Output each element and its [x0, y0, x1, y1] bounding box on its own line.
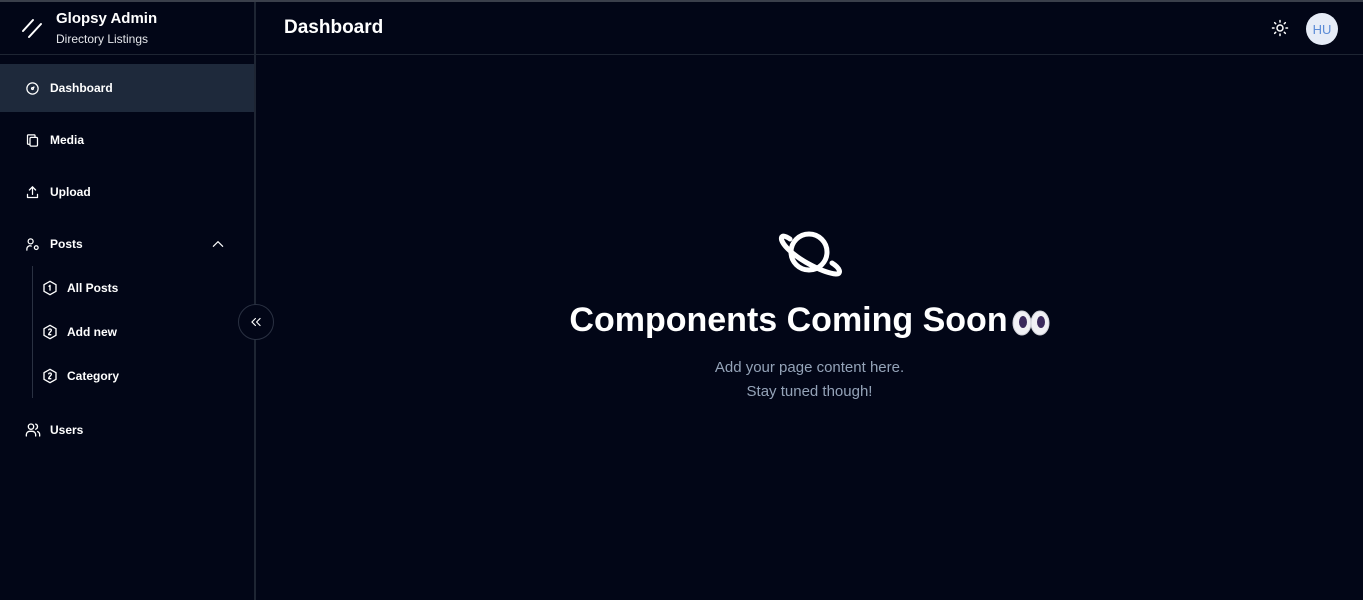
sidebar-item-upload[interactable]: Upload	[0, 168, 254, 216]
subtitle-line-1: Add your page content here.	[714, 358, 905, 376]
page-title: Dashboard	[284, 17, 384, 38]
planet-icon	[778, 231, 842, 277]
brand-title: Glopsy Admin	[56, 10, 158, 27]
posts-submenu: All Posts Add new Category	[32, 266, 254, 398]
sidebar-item-media[interactable]: Media	[0, 116, 254, 164]
avatar[interactable]: HU	[1306, 13, 1338, 45]
sidebar: Glopsy Admin Directory Listings Dashboar…	[0, 2, 256, 600]
brand[interactable]: Glopsy Admin Directory Listings	[0, 2, 254, 55]
sidebar-nav: Dashboard Media Upload Posts All Posts A…	[0, 64, 254, 454]
submenu-item-label: All Posts	[67, 281, 119, 295]
headline-text: Components Coming Soon	[569, 300, 1008, 339]
sidebar-item-users[interactable]: Users	[0, 406, 254, 454]
hexagon-number-2-icon	[41, 368, 58, 385]
subtitle-line-2: Stay tuned though!	[746, 382, 873, 400]
subtitle-text: Add your page content here. Stay tuned t…	[715, 356, 904, 404]
gauge-icon	[24, 80, 41, 97]
submenu-item-label: Add new	[67, 325, 117, 339]
sun-icon[interactable]	[1271, 19, 1289, 37]
sidebar-item-label: Posts	[50, 237, 83, 251]
top-header: Dashboard HU	[256, 2, 1363, 55]
hexagon-number-2-icon	[41, 324, 58, 341]
brand-subtitle: Directory Listings	[56, 32, 149, 46]
submenu-item-add-new[interactable]: Add new	[41, 310, 254, 354]
headline: Components Coming Soon	[569, 300, 1050, 340]
sidebar-item-label: Users	[50, 423, 84, 437]
sidebar-item-posts[interactable]: Posts	[0, 220, 254, 268]
users-icon	[24, 422, 41, 439]
user-pin-icon	[24, 236, 41, 253]
slashes-logo-icon	[22, 19, 42, 38]
hexagon-number-1-icon	[41, 280, 58, 297]
main-content: Components Coming Soon Add your page con…	[256, 56, 1363, 600]
submenu-item-category[interactable]: Category	[41, 354, 254, 398]
submenu-item-label: Category	[67, 369, 120, 383]
upload-icon	[24, 184, 41, 201]
submenu-item-all-posts[interactable]: All Posts	[41, 266, 254, 310]
sidebar-item-label: Upload	[50, 185, 91, 199]
sidebar-item-dashboard[interactable]: Dashboard	[0, 64, 254, 112]
chevron-up-icon[interactable]	[211, 237, 225, 251]
sidebar-item-label: Media	[50, 133, 85, 147]
eyes-emoji-icon	[1012, 310, 1050, 336]
sidebar-item-label: Dashboard	[50, 81, 113, 95]
copy-icon	[24, 132, 41, 149]
